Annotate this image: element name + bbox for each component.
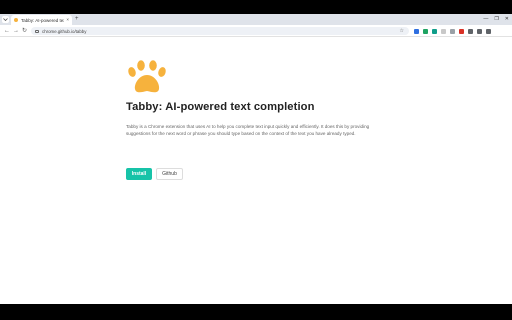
forward-icon[interactable]: → [13,27,19,35]
address-bar[interactable]: chrome.github.io/tabby ☆ [31,27,409,35]
page-description: Tabby is a Chrome extension that uses AI… [126,124,370,137]
bookmark-star-icon[interactable]: ☆ [400,27,404,35]
paw-icon [128,60,166,93]
extension-icon[interactable] [414,28,419,34]
reload-icon[interactable]: ↻ [22,27,27,35]
window-controls: — ❐ ✕ [483,15,509,23]
new-tab-button[interactable]: + [75,15,79,23]
extension-icon[interactable] [432,28,437,34]
browser-toolbar: ← → ↻ chrome.github.io/tabby ☆ [0,25,512,37]
tab-title: Tabby: AI-powered tex [21,17,65,23]
url-text[interactable]: chrome.github.io/tabby [42,29,86,34]
extension-icon[interactable] [423,28,428,34]
close-window-icon[interactable]: ✕ [505,15,509,23]
tab-close-icon[interactable]: × [66,17,69,23]
github-button[interactable]: Github [156,168,183,180]
extensions-bar [414,27,491,35]
minimize-icon[interactable]: — [483,15,488,23]
tab-tabby[interactable]: Tabby: AI-powered tex × [11,15,72,25]
browser-window: Tabby: AI-powered tex × + — ❐ ✕ ← → ↻ ch… [0,14,512,304]
extension-icon[interactable] [477,28,482,34]
extension-icon[interactable] [450,28,455,34]
tab-search-icon[interactable] [2,16,9,23]
page-title: Tabby: AI-powered text completion [126,101,315,113]
site-info-icon[interactable] [35,29,39,33]
tab-strip: Tabby: AI-powered tex × + — ❐ ✕ [0,14,512,25]
extension-icon[interactable] [441,28,446,34]
extension-icon[interactable] [486,28,491,34]
tab-favicon-icon [14,18,18,22]
maximize-icon[interactable]: ❐ [494,15,498,23]
back-icon[interactable]: ← [4,27,10,35]
install-button[interactable]: Install [126,168,152,180]
extension-icon[interactable] [459,28,464,34]
extension-icon[interactable] [468,28,473,34]
